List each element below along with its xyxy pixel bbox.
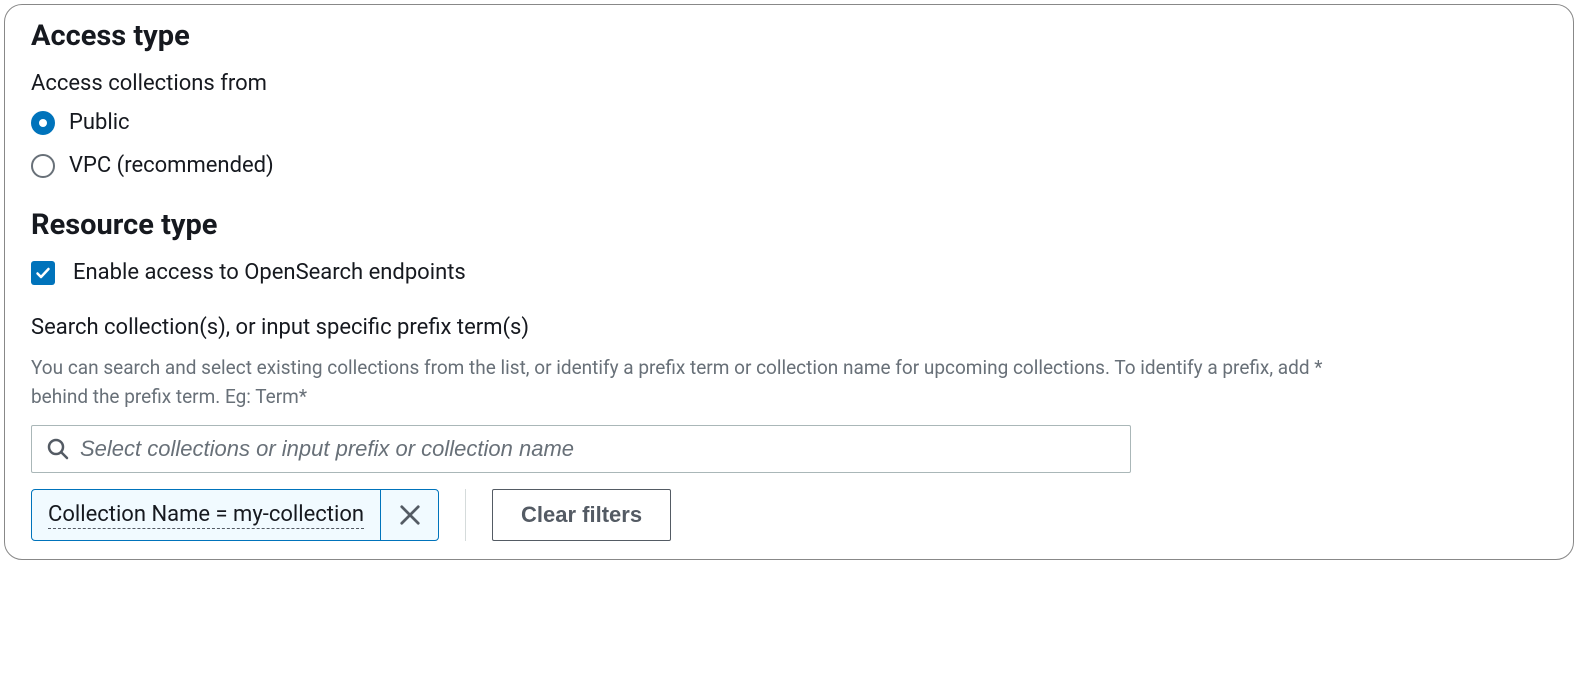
clear-filters-button[interactable]: Clear filters xyxy=(492,489,671,541)
filter-token-text: Collection Name = my-collection xyxy=(48,502,364,529)
resource-type-heading: Resource type xyxy=(31,208,1547,242)
access-config-panel: Access type Access collections from Publ… xyxy=(4,4,1574,560)
access-from-label: Access collections from xyxy=(31,71,1547,96)
search-collections-label: Search collection(s), or input specific … xyxy=(31,315,1547,340)
enable-opensearch-label: Enable access to OpenSearch endpoints xyxy=(73,260,466,285)
filter-remove-button[interactable] xyxy=(380,490,438,540)
close-icon xyxy=(399,504,421,526)
access-type-radio-group: Public VPC (recommended) xyxy=(31,110,1547,178)
radio-vpc[interactable]: VPC (recommended) xyxy=(31,153,1547,178)
radio-unselected-icon xyxy=(31,154,55,178)
enable-opensearch-checkbox[interactable]: Enable access to OpenSearch endpoints xyxy=(31,260,1547,285)
checkbox-checked-icon xyxy=(31,261,55,285)
filter-row: Collection Name = my-collection Clear fi… xyxy=(31,489,1547,541)
search-input-container[interactable] xyxy=(31,425,1131,473)
search-helper-text: You can search and select existing colle… xyxy=(31,354,1371,411)
vertical-divider xyxy=(465,489,466,541)
radio-public[interactable]: Public xyxy=(31,110,1547,135)
search-input[interactable] xyxy=(80,436,1116,462)
radio-vpc-label: VPC (recommended) xyxy=(69,153,274,178)
radio-public-label: Public xyxy=(69,110,130,135)
search-icon xyxy=(46,437,70,461)
filter-token: Collection Name = my-collection xyxy=(31,489,439,541)
radio-selected-icon xyxy=(31,111,55,135)
access-type-heading: Access type xyxy=(31,19,1547,53)
